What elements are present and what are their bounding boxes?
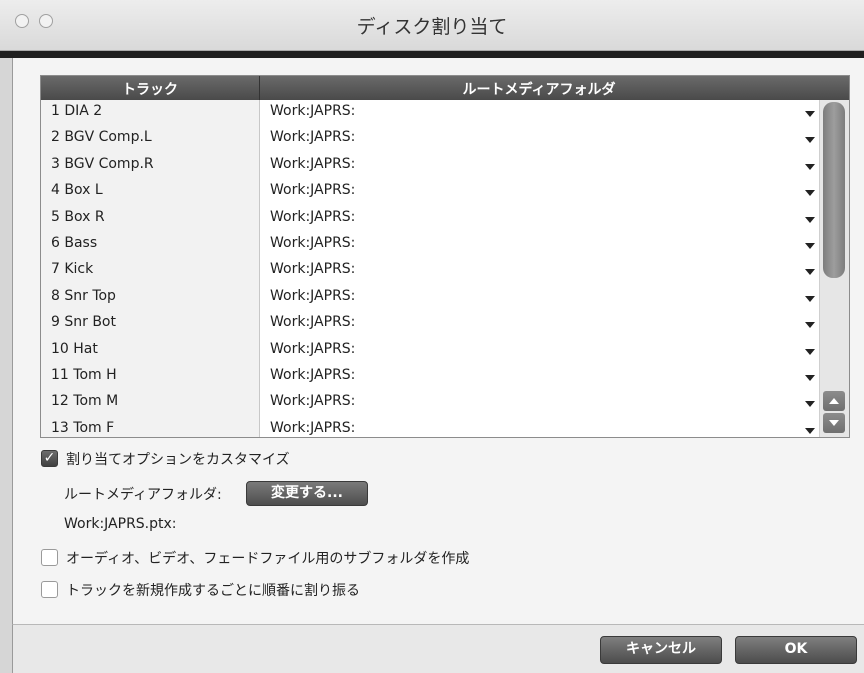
table-row[interactable]: 2 BGV Comp.L Work:JAPRS:: [41, 126, 819, 152]
dropdown-arrow-icon[interactable]: [805, 190, 815, 197]
table-row[interactable]: 9 Snr Bot Work:JAPRS:: [41, 311, 819, 337]
arrow-up-icon: [829, 398, 839, 404]
root-folder-cell[interactable]: Work:JAPRS:: [270, 209, 355, 225]
table-row[interactable]: 1 DIA 2 Work:JAPRS:: [41, 100, 819, 126]
subfolder-checkbox[interactable]: [41, 549, 58, 566]
dropdown-arrow-icon[interactable]: [805, 111, 815, 117]
table-row[interactable]: 11 Tom H Work:JAPRS:: [41, 364, 819, 390]
column-header-track[interactable]: トラック: [41, 79, 259, 99]
track-name-cell: 1 DIA 2: [51, 103, 103, 119]
dropdown-arrow-icon[interactable]: [805, 401, 815, 408]
table-row[interactable]: 5 Box R Work:JAPRS:: [41, 206, 819, 232]
table-row[interactable]: 6 Bass Work:JAPRS:: [41, 232, 819, 258]
ok-button[interactable]: OK: [735, 636, 857, 664]
root-folder-cell[interactable]: Work:JAPRS:: [270, 103, 355, 119]
track-folder-table: トラック ルートメディアフォルダ 1 DIA 2 Work:JAPRS: 2 BGV…: [40, 75, 850, 438]
title-separator: [0, 51, 864, 58]
subfolder-label: オーディオ、ビデオ、フェードファイル用のサブフォルダを作成: [66, 551, 470, 567]
round-robin-checkbox[interactable]: [41, 581, 58, 598]
track-name-cell: 8 Snr Top: [51, 287, 116, 304]
track-name-cell: 11 Tom H: [51, 367, 117, 383]
root-folder-cell[interactable]: Work:JAPRS:: [270, 129, 355, 145]
root-folder-cell[interactable]: Work:JAPRS:: [270, 367, 355, 383]
track-name-cell: 7 Kick: [51, 261, 94, 278]
track-name-cell: 5 Box R: [51, 208, 105, 225]
arrow-down-icon: [829, 420, 839, 426]
track-name-cell: 3 BGV Comp.R: [51, 155, 154, 172]
table-header: トラック ルートメディアフォルダ: [41, 76, 849, 100]
root-folder-cell[interactable]: Work:JAPRS:: [270, 235, 355, 251]
change-folder-button[interactable]: 変更する...: [246, 481, 368, 506]
round-robin-label: トラックを新規作成するごとに順番に割り振る: [66, 583, 360, 599]
dropdown-arrow-icon[interactable]: [805, 427, 815, 434]
table-row[interactable]: 12 Tom M Work:JAPRS:: [41, 390, 819, 416]
root-folder-cell[interactable]: Work:JAPRS:: [270, 420, 355, 436]
vertical-scrollbar[interactable]: [819, 100, 849, 437]
dropdown-arrow-icon[interactable]: [805, 322, 815, 329]
table-row[interactable]: 13 Tom F Work:JAPRS:: [41, 417, 819, 437]
dropdown-arrow-icon[interactable]: [805, 348, 815, 355]
track-name-cell: 6 Bass: [51, 235, 98, 251]
cancel-button[interactable]: キャンセル: [600, 636, 722, 664]
scroll-down-button[interactable]: [823, 413, 845, 433]
customize-options-checkbox[interactable]: ✓: [41, 450, 58, 467]
track-name-cell: 12 Tom M: [51, 393, 119, 410]
track-name-cell: 13 Tom F: [51, 419, 115, 436]
dropdown-arrow-icon[interactable]: [805, 137, 815, 144]
root-folder-cell[interactable]: Work:JAPRS:: [270, 314, 355, 330]
track-name-cell: 4 Box L: [51, 182, 103, 199]
root-folder-cell[interactable]: Work:JAPRS:: [270, 261, 355, 277]
dropdown-arrow-icon[interactable]: [805, 295, 815, 302]
table-body: 1 DIA 2 Work:JAPRS: 2 BGV Comp.L Work:JAPRS…: [41, 100, 849, 437]
root-folder-cell[interactable]: Work:JAPRS:: [270, 156, 355, 172]
column-header-root-folder[interactable]: ルートメディアフォルダ: [259, 79, 819, 99]
scroll-up-button[interactable]: [823, 391, 845, 411]
track-name-cell: 2 BGV Comp.L: [51, 129, 152, 146]
dropdown-arrow-icon[interactable]: [805, 243, 815, 249]
root-folder-cell[interactable]: Work:JAPRS:: [270, 393, 355, 409]
table-row[interactable]: 4 Box L Work:JAPRS:: [41, 179, 819, 205]
customize-options-label: 割り当てオプションをカスタマイズ: [66, 452, 290, 468]
dropdown-arrow-icon[interactable]: [805, 375, 815, 381]
table-row[interactable]: 7 Kick Work:JAPRS:: [41, 258, 819, 284]
scrollbar-thumb[interactable]: [823, 102, 845, 278]
root-folder-cell[interactable]: Work:JAPRS:: [270, 182, 355, 198]
title-bar: ディスク割り当て: [0, 0, 864, 51]
root-folder-cell[interactable]: Work:JAPRS:: [270, 288, 355, 304]
root-media-folder-label: ルートメディアフォルダ:: [64, 487, 222, 503]
table-row[interactable]: 3 BGV Comp.R Work:JAPRS:: [41, 153, 819, 179]
window-title: ディスク割り当て: [356, 16, 508, 38]
table-row[interactable]: 8 Snr Top Work:JAPRS:: [41, 285, 819, 311]
track-name-cell: 10 Hat: [51, 340, 98, 357]
dropdown-arrow-icon[interactable]: [805, 216, 815, 223]
table-row[interactable]: 10 Hat Work:JAPRS:: [41, 338, 819, 364]
dropdown-arrow-icon[interactable]: [805, 269, 815, 276]
root-folder-path: Work:JAPRS.ptx:: [64, 516, 177, 532]
root-folder-cell[interactable]: Work:JAPRS:: [270, 341, 355, 357]
track-name-cell: 9 Snr Bot: [51, 314, 116, 331]
dropdown-arrow-icon[interactable]: [805, 163, 815, 170]
